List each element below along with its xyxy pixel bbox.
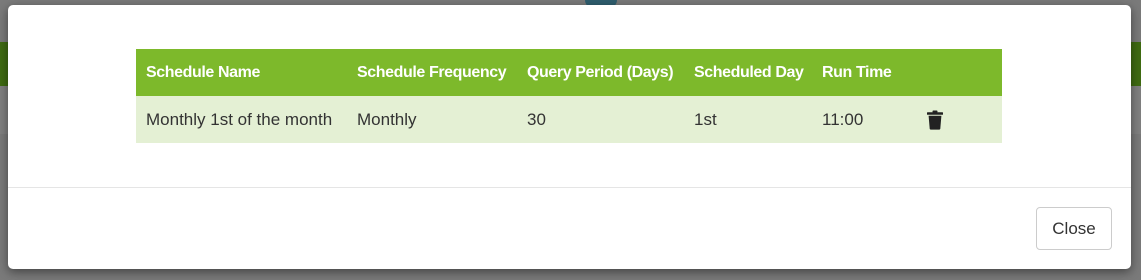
header-actions (907, 49, 1002, 96)
close-button[interactable]: Close (1036, 207, 1112, 250)
header-schedule-name: Schedule Name (136, 49, 347, 96)
modal-footer: Close (8, 188, 1131, 269)
cell-query-period: 30 (517, 96, 684, 143)
header-scheduled-day: Scheduled Day (684, 49, 812, 96)
header-query-period: Query Period (Days) (517, 49, 684, 96)
cell-actions (907, 96, 1002, 143)
header-run-time: Run Time (812, 49, 907, 96)
schedule-table: Schedule Name Schedule Frequency Query P… (136, 49, 1002, 143)
trash-icon[interactable] (927, 110, 943, 130)
cell-scheduled-day: 1st (684, 96, 812, 143)
table-header-row: Schedule Name Schedule Frequency Query P… (136, 49, 1002, 96)
header-schedule-frequency: Schedule Frequency (347, 49, 517, 96)
schedules-modal: Schedule Name Schedule Frequency Query P… (8, 5, 1131, 269)
cell-run-time: 11:00 (812, 96, 907, 143)
cell-schedule-frequency: Monthly (347, 96, 517, 143)
table-row: Monthly 1st of the month Monthly 30 1st … (136, 96, 1002, 143)
cell-schedule-name: Monthly 1st of the month (136, 96, 347, 143)
modal-body: Schedule Name Schedule Frequency Query P… (8, 5, 1131, 187)
